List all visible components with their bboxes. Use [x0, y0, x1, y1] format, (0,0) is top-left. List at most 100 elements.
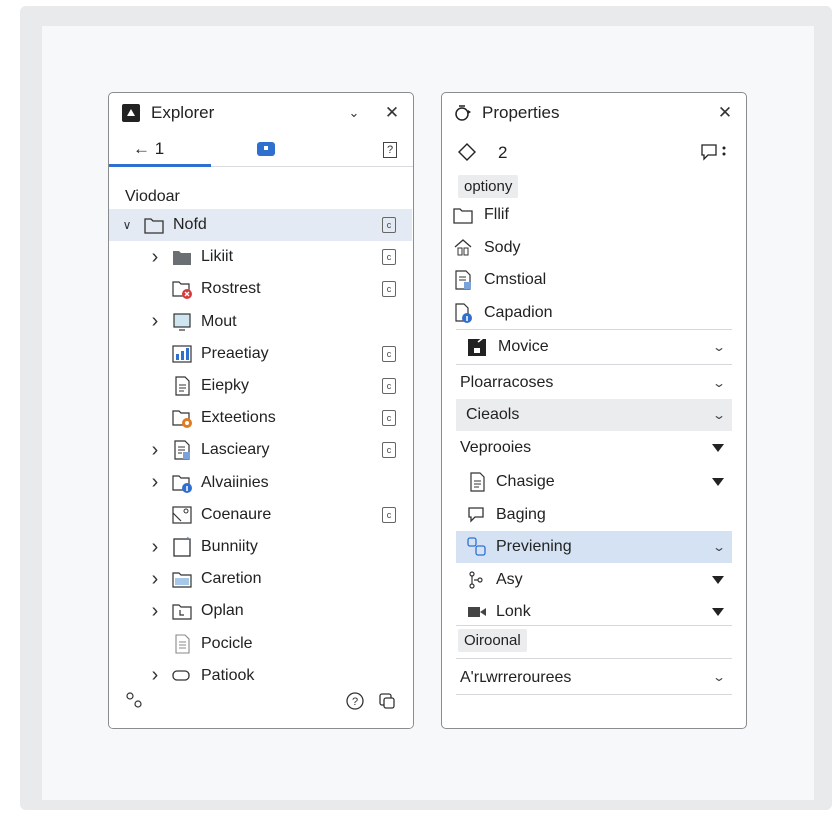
- copy-path-icon[interactable]: c: [382, 281, 396, 298]
- settings-icon[interactable]: [123, 689, 145, 711]
- resources-section[interactable]: A'rւwrrerourees ⌄: [456, 661, 732, 693]
- chevron-right-icon[interactable]: ›: [149, 246, 161, 269]
- sub-item[interactable]: Baging: [456, 499, 732, 531]
- section-label: Viodoar: [125, 188, 180, 205]
- chevron-right-icon[interactable]: ›: [149, 439, 161, 462]
- property-item[interactable]: Cmstioal: [442, 265, 732, 295]
- back-button[interactable]: ← 1: [133, 139, 164, 159]
- folder-outline-icon: [143, 214, 165, 236]
- dropdown-triangle-icon[interactable]: [712, 608, 724, 616]
- chevron-right-icon[interactable]: ›: [149, 600, 161, 623]
- folder-error-icon: [171, 278, 193, 300]
- chevron-right-icon[interactable]: ›: [149, 310, 161, 333]
- copy-path-icon[interactable]: c: [382, 217, 396, 233]
- window-icon[interactable]: [377, 691, 397, 711]
- document-icon: [171, 375, 193, 397]
- option-chip[interactable]: optiony: [458, 175, 519, 198]
- tree-item[interactable]: Exteetions c: [109, 402, 412, 434]
- divider: [456, 364, 732, 365]
- chevron-right-icon[interactable]: ›: [149, 568, 161, 591]
- chevron-down-icon[interactable]: ⌄: [712, 340, 726, 354]
- sub-item-label: Previening: [496, 538, 572, 555]
- tree-item[interactable]: › Caretion: [109, 563, 412, 595]
- page-icon: [171, 536, 193, 558]
- optional-chip[interactable]: Oiroonal: [458, 629, 527, 652]
- movice-row[interactable]: Movice ⌄: [456, 331, 732, 363]
- tree-item[interactable]: › Mout: [109, 306, 412, 338]
- video-icon: [466, 601, 488, 623]
- tree-item-label: Eiepky: [201, 377, 250, 394]
- movice-label: Movice: [498, 338, 549, 355]
- home-icon: [452, 237, 474, 259]
- copy-path-icon[interactable]: c: [382, 249, 396, 266]
- tree-item[interactable]: Rostrest c: [109, 273, 412, 305]
- dropdown-triangle-icon[interactable]: [712, 575, 724, 584]
- chevron-right-icon[interactable]: ›: [149, 536, 161, 559]
- explorer-panel: Explorer ⌄ ✕ ← 1 ? Viodoar ∨ Nofd c › Likiit…: [108, 92, 414, 729]
- divider: [456, 625, 732, 626]
- property-section[interactable]: Veprooies: [456, 432, 732, 464]
- chevron-down-icon[interactable]: ⌄: [712, 376, 726, 390]
- tree-item[interactable]: › Bunniity: [109, 531, 412, 563]
- comment-menu-icon[interactable]: [700, 143, 730, 161]
- sub-item[interactable]: Lonk: [456, 596, 732, 628]
- tree-item[interactable]: › Lascieary c: [109, 434, 412, 466]
- tree-item[interactable]: › Alvaiinies: [109, 467, 412, 499]
- tree-item[interactable]: › Oplan: [109, 595, 412, 627]
- dropdown-triangle-icon[interactable]: [712, 444, 724, 452]
- dropdown-triangle-icon[interactable]: [712, 478, 724, 486]
- tree-item-label: Mout: [201, 312, 237, 330]
- tree-item[interactable]: Preaetiay c: [109, 338, 412, 370]
- resources-label: A'rւwrrerourees: [460, 669, 572, 686]
- tree-item[interactable]: › Likiit c: [109, 241, 412, 273]
- property-item[interactable]: Sody: [442, 233, 732, 263]
- property-item[interactable]: Capadion: [442, 298, 732, 328]
- tree-item-label: Preaetiay: [201, 344, 269, 362]
- properties-titlebar: Properties: [442, 93, 746, 133]
- chevron-down-icon[interactable]: ⌄: [712, 540, 726, 554]
- tree-item-label: Nofd: [173, 216, 207, 233]
- copy-path-icon[interactable]: c: [382, 345, 396, 362]
- divider: [456, 329, 732, 330]
- diamond-icon: [458, 143, 476, 161]
- chevron-down-icon[interactable]: ⌄: [343, 102, 365, 124]
- property-section[interactable]: Cieaols ⌄: [456, 399, 732, 431]
- sub-item-label: Chasige: [496, 473, 555, 490]
- close-icon[interactable]: ✕: [381, 102, 403, 124]
- chevron-down-icon[interactable]: ⌄: [712, 408, 726, 422]
- folder-l-icon: [171, 600, 193, 622]
- branch-icon: [466, 569, 488, 591]
- explorer-titlebar: Explorer: [109, 93, 413, 133]
- close-icon[interactable]: ✕: [714, 102, 736, 124]
- chevron-down-icon[interactable]: ⌄: [712, 670, 726, 684]
- section-label: Cieaols: [466, 406, 520, 423]
- sub-item[interactable]: Chasige: [456, 466, 732, 498]
- tree-item[interactable]: Coenaure c: [109, 499, 412, 531]
- tree-item[interactable]: Pocicle: [109, 628, 412, 660]
- pin-icon[interactable]: [257, 142, 275, 156]
- text-file-icon: [171, 633, 193, 655]
- tree-item[interactable]: Eiepky c: [109, 370, 412, 402]
- sub-item[interactable]: Asy: [456, 564, 732, 596]
- copy-path-icon[interactable]: c: [382, 442, 396, 459]
- sub-item[interactable]: Previening ⌄: [456, 531, 732, 563]
- tree-item[interactable]: ∨ Nofd c: [109, 209, 412, 241]
- properties-panel: Properties ✕ 2 optiony Fllif Sody Cmstioal…: [441, 92, 747, 729]
- properties-icon: [455, 105, 471, 121]
- section-label: Veprooies: [460, 439, 532, 456]
- help-box-icon[interactable]: ?: [383, 142, 397, 158]
- copy-path-icon[interactable]: c: [382, 378, 396, 394]
- help-icon[interactable]: ?: [345, 691, 365, 711]
- property-item[interactable]: Fllif: [442, 200, 732, 230]
- chevron-down-icon[interactable]: ∨: [121, 218, 133, 232]
- copy-path-icon[interactable]: c: [382, 410, 396, 427]
- chevron-right-icon[interactable]: ›: [149, 471, 161, 494]
- shapes-icon: [466, 536, 488, 558]
- tree-item-label: Exteetions: [201, 409, 276, 427]
- document-list-icon: [171, 439, 193, 461]
- property-section[interactable]: Ploarracoses ⌄: [456, 367, 732, 399]
- folder-extension-icon: [171, 407, 193, 429]
- copy-path-icon[interactable]: c: [382, 506, 396, 523]
- explorer-nav: ← 1 ?: [109, 133, 413, 167]
- image-icon: [171, 504, 193, 526]
